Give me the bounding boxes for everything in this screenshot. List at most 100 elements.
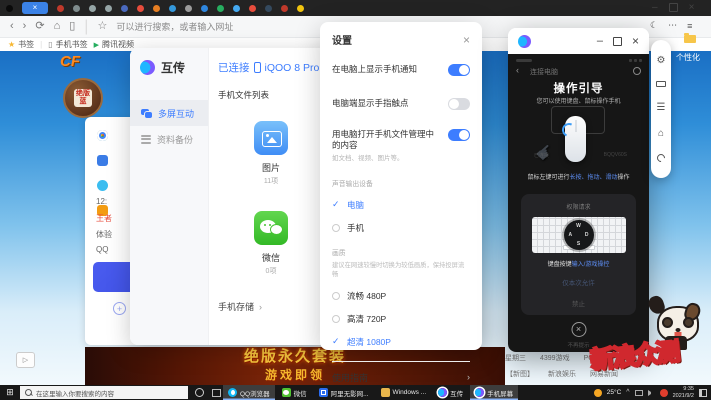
refresh-icon[interactable]: ⟳ (35, 21, 44, 32)
page-link[interactable]: PC玩手游 (584, 353, 615, 363)
hot-link[interactable]: QQ (96, 245, 108, 254)
taskbar-app-wuying[interactable]: 阿里无影网... (314, 385, 374, 400)
cloud-icon[interactable] (97, 180, 108, 191)
quality-option-720p[interactable]: 高清 720P (332, 313, 470, 325)
sidebar-expand-button[interactable]: ▷ (16, 352, 35, 368)
user-guide-link[interactable]: 使用指南 › (332, 371, 470, 384)
tab-favicon[interactable] (297, 5, 304, 12)
taskbar-app-wechat[interactable]: 微信 (277, 385, 312, 400)
tab-favicon[interactable] (233, 5, 240, 12)
quality-option-1080p[interactable]: ✓ 超清 1080P (332, 336, 470, 348)
recent-apps-icon[interactable]: ☰ (657, 103, 666, 113)
cortana-icon[interactable] (195, 388, 204, 397)
page-link[interactable]: 4399游戏 (540, 353, 570, 363)
bookmark-item[interactable]: ▯ 手机书签 (48, 39, 87, 50)
page-link[interactable]: 网易新闻 (590, 369, 618, 379)
fullscreen-icon[interactable] (613, 37, 622, 46)
home-icon[interactable]: ⌂ (658, 129, 664, 139)
help-icon[interactable] (633, 67, 641, 75)
tab-favicon[interactable] (169, 5, 176, 12)
keyboard-icon[interactable] (656, 81, 666, 87)
home-icon[interactable]: ⌂ (54, 21, 61, 32)
tab-favicon[interactable] (265, 5, 272, 12)
tab-favicon[interactable] (89, 5, 96, 12)
phone-storage-link[interactable]: 手机存储 › (218, 300, 262, 313)
tab-favicon[interactable] (73, 5, 80, 12)
back-icon[interactable]: ‹ (10, 21, 14, 32)
close-icon[interactable]: × (463, 34, 470, 46)
tray-expand-icon[interactable]: ^ (626, 389, 629, 396)
chrome-icon[interactable] (97, 130, 108, 141)
audio-option-computer[interactable]: ✓ 电脑 (332, 199, 470, 211)
tab-favicon[interactable] (201, 5, 208, 12)
back-icon[interactable] (655, 153, 666, 164)
sidebar-item-backup[interactable]: 资料备份 (130, 126, 208, 152)
weather-icon[interactable] (594, 389, 602, 397)
downloads-folder-icon[interactable] (684, 35, 696, 43)
ime-badge-icon[interactable] (660, 389, 668, 397)
audio-option-phone[interactable]: 手机 (332, 222, 470, 234)
minimize-icon[interactable]: – (652, 2, 658, 13)
taskbar-search[interactable]: 在这里输入你要搜索的内容 (20, 386, 188, 399)
game-badge[interactable]: 绝版蓝 (63, 78, 103, 118)
explorer-tray-icon[interactable] (635, 390, 643, 396)
address-bar[interactable]: 可以进行搜索，或者输入网址 (116, 20, 233, 33)
minimize-icon[interactable]: – (597, 36, 603, 47)
dismiss-guide-button[interactable]: × (571, 322, 586, 337)
add-button[interactable]: + (113, 302, 126, 315)
taskbar-app-huchuan[interactable]: 互传 (433, 385, 468, 400)
forward-icon[interactable]: › (23, 21, 27, 32)
file-item-wechat[interactable]: 微信 0项 (235, 211, 307, 276)
page-link[interactable]: 新浪娱乐 (548, 369, 576, 379)
taskbar-app-windows[interactable]: Windows ... (376, 385, 432, 400)
tab-favicon[interactable] (121, 5, 128, 12)
hot-link[interactable]: 体验 (96, 229, 112, 240)
allow-once-button[interactable]: 仅本次允许 (521, 277, 636, 287)
taskbar-app-phonemirror[interactable]: 手机屏幕 (470, 385, 518, 400)
tab-close-icon[interactable]: × (33, 4, 38, 12)
tab-favicon[interactable] (153, 5, 160, 12)
search-icon (25, 389, 32, 396)
temperature[interactable]: 25°C (607, 389, 622, 396)
more-icon[interactable]: ⋯ (668, 20, 677, 31)
start-button[interactable]: ⊞ (0, 388, 20, 397)
page-link[interactable]: 星期三 (505, 353, 526, 363)
app-icon-blue[interactable] (97, 155, 108, 166)
tab-favicon[interactable] (185, 5, 192, 12)
tab-favicon[interactable] (137, 5, 144, 12)
night-mode-icon[interactable]: ☾ (650, 20, 658, 31)
page-link[interactable]: 【新图】 (506, 369, 534, 379)
tab-favicon[interactable] (6, 5, 13, 12)
taskbar-app-qqbrowser[interactable]: QQ浏览器 (223, 385, 275, 400)
tab-favicon[interactable] (217, 5, 224, 12)
star-icon[interactable]: ☆ (97, 21, 107, 32)
tab-favicon[interactable] (281, 5, 288, 12)
notification-center-icon[interactable] (699, 389, 707, 397)
notifications-toggle[interactable] (448, 64, 470, 76)
tab-favicon[interactable] (105, 5, 112, 12)
close-icon[interactable]: × (689, 2, 695, 13)
taskbar-app-label: 手机屏幕 (487, 388, 513, 398)
file-item-pictures[interactable]: 图片 11项 (235, 121, 307, 186)
reader-icon[interactable]: ▯ (69, 21, 75, 32)
hot-link[interactable]: 王者 (96, 213, 112, 224)
task-view-icon[interactable] (212, 389, 221, 397)
touchpoint-toggle[interactable] (448, 98, 470, 110)
active-tab[interactable]: × (22, 2, 48, 14)
deny-button[interactable]: 禁止 (521, 298, 636, 308)
maximize-icon[interactable] (669, 3, 678, 12)
settings-gear-icon[interactable]: ⚙ (657, 56, 666, 66)
back-icon[interactable]: ‹ (516, 66, 519, 75)
quality-option-480p[interactable]: 流畅 480P (332, 290, 470, 302)
clock[interactable]: 9:35 2021/9/2 (673, 386, 694, 399)
bookmark-item[interactable]: ▶ 腾讯视频 (94, 39, 134, 50)
tab-favicon[interactable] (249, 5, 256, 12)
menu-icon[interactable]: ≡ (687, 21, 692, 31)
close-icon[interactable]: × (632, 35, 639, 47)
volume-icon[interactable] (648, 390, 655, 396)
sidebar-item-multiscreen[interactable]: 多屏互动 (130, 100, 208, 126)
bookmark-item[interactable]: ★ 书签 (8, 39, 34, 50)
tab-favicon[interactable] (57, 5, 64, 12)
phone-screen[interactable]: ‹ 连接电脑 操作引导 您可以使用键盘、鼠标操作手机 ☛ 已连接 BQQV60S… (508, 54, 649, 352)
filemanager-toggle[interactable] (448, 129, 470, 141)
